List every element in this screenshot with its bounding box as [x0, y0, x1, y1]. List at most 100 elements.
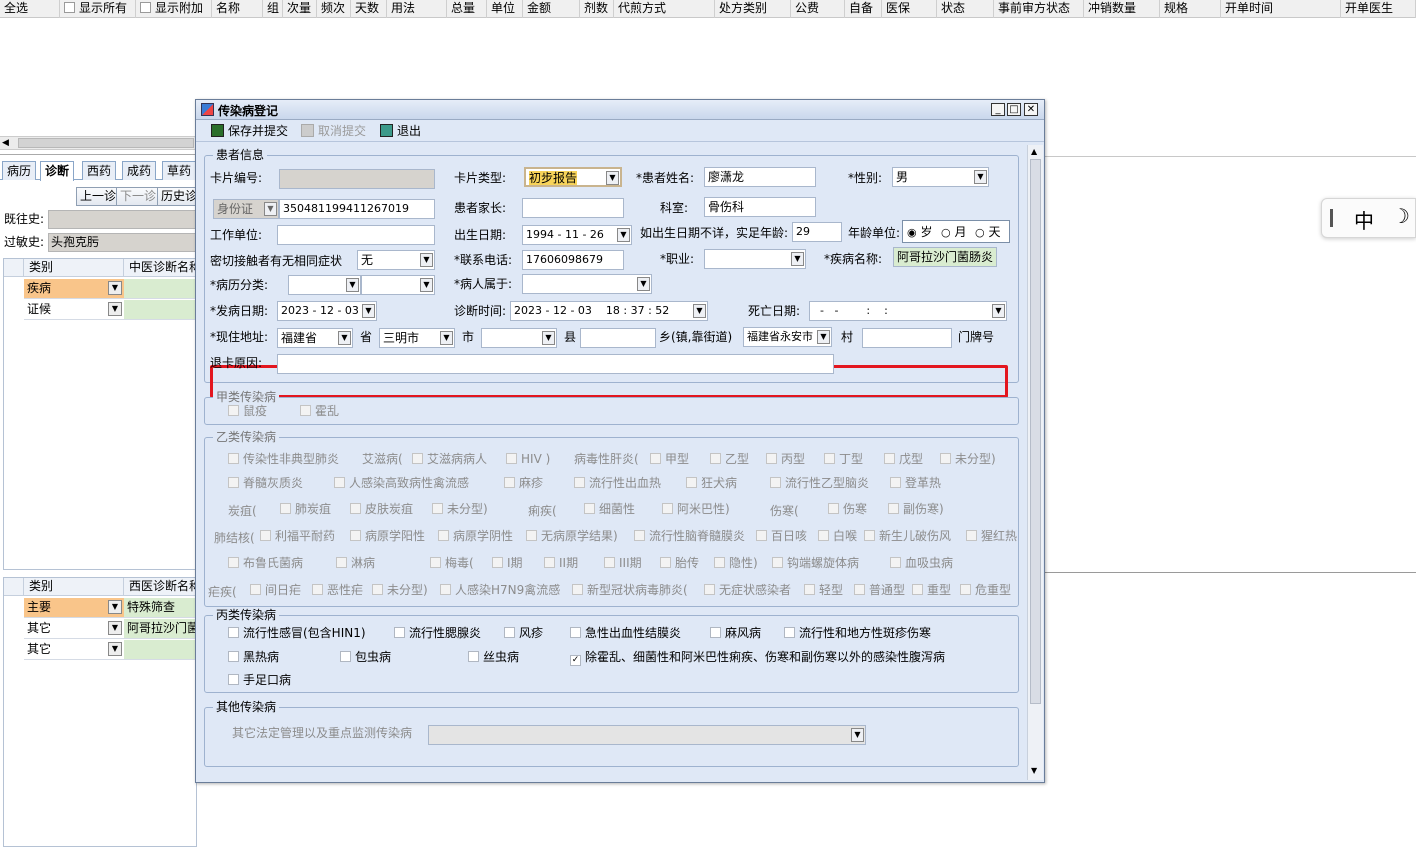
checkbox-icon[interactable]: [772, 557, 783, 568]
checkbox-hep-untyped[interactable]: 未分型): [940, 451, 996, 467]
checkbox-syphilis[interactable]: 梅毒(: [430, 555, 474, 571]
checkbox-icon[interactable]: [504, 627, 515, 638]
prev-visit-button[interactable]: 上一诊: [76, 187, 121, 206]
checkbox-icon[interactable]: [432, 503, 443, 514]
calendar-dropdown-icon[interactable]: ▼: [617, 228, 630, 242]
other-disease-select[interactable]: ▼: [428, 725, 866, 745]
checkbox-scarlet-fever[interactable]: 猩红热: [966, 528, 1017, 544]
checkbox-icon[interactable]: [492, 557, 503, 568]
checkbox-mumps[interactable]: 流行性腮腺炎: [394, 625, 481, 641]
chevron-down-icon[interactable]: ▼: [851, 728, 864, 742]
col-amount[interactable]: 金额: [523, 0, 580, 18]
chevron-down-icon[interactable]: ▼: [108, 281, 122, 295]
show-extra-checkbox[interactable]: 显示附加: [136, 0, 212, 18]
id-number-field[interactable]: 350481199411267019: [279, 199, 435, 219]
checkbox-typhoid[interactable]: 伤寒: [828, 501, 867, 517]
checkbox-negative[interactable]: 病原学阴性: [438, 528, 513, 544]
checkbox-rabies[interactable]: 狂犬病: [686, 475, 737, 491]
col-rx-type[interactable]: 处方类别: [715, 0, 791, 18]
checkbox-falciparum[interactable]: 恶性疟: [312, 582, 363, 598]
chevron-down-icon[interactable]: ▼: [974, 170, 987, 184]
gender-select[interactable]: 男 ▼: [892, 167, 989, 187]
save-submit-button[interactable]: 保存并提交: [211, 123, 288, 140]
checkbox-icon[interactable]: [372, 584, 383, 595]
table-cell[interactable]: 特殊筛查: [124, 598, 198, 618]
radio-icon[interactable]: ○: [941, 226, 951, 239]
checkbox-mild[interactable]: 轻型: [804, 582, 843, 598]
chevron-down-icon[interactable]: ▼: [338, 331, 351, 345]
col-dose[interactable]: 次量: [283, 0, 317, 18]
checkbox-hemorrhagic-fever[interactable]: 流行性出血热: [574, 475, 661, 491]
checkbox-icon[interactable]: [704, 584, 715, 595]
checkbox-icon[interactable]: [660, 557, 671, 568]
checkbox-bacterial[interactable]: 细菌性: [584, 501, 635, 517]
chevron-down-icon[interactable]: ▼: [440, 331, 453, 345]
chevron-down-icon[interactable]: ▼: [108, 621, 122, 635]
checkbox-hep-d[interactable]: 丁型: [824, 451, 863, 467]
col-doctor[interactable]: 开单医生: [1341, 0, 1416, 18]
checkbox-rifampicin[interactable]: 利福平耐药: [260, 528, 335, 544]
checkbox-jap-encephalitis[interactable]: 流行性乙型脑炎: [770, 475, 869, 491]
table-cell[interactable]: [124, 300, 198, 320]
radio-checked-icon[interactable]: ◉: [907, 226, 917, 239]
col-time[interactable]: 开单时间: [1221, 0, 1341, 18]
col-writeoff[interactable]: 冲销数量: [1084, 0, 1160, 18]
checkbox-positive[interactable]: 病原学阳性: [350, 528, 425, 544]
checkbox-lung-anthrax[interactable]: 肺炭疽: [280, 501, 331, 517]
table-row[interactable]: 证候 ▼: [24, 300, 124, 320]
checkbox-avian-flu[interactable]: 人感染高致病性禽流感: [334, 475, 469, 491]
checkbox-skin-anthrax[interactable]: 皮肤炭疽: [350, 501, 413, 517]
col-insurance[interactable]: 医保: [882, 0, 937, 18]
checkbox-icon[interactable]: [884, 453, 895, 464]
checkbox-schistosomiasis[interactable]: 血吸虫病: [890, 555, 953, 571]
checkbox-brucellosis[interactable]: 布鲁氏菌病: [228, 555, 303, 571]
checkbox-icon[interactable]: [912, 584, 923, 595]
checkbox-icon[interactable]: [506, 453, 517, 464]
close-icon[interactable]: ✕: [1024, 103, 1038, 116]
checkbox-icon[interactable]: [686, 477, 697, 488]
drag-handle-icon[interactable]: [1330, 209, 1333, 227]
checkbox-neonatal-tetanus[interactable]: 新生儿破伤风: [864, 528, 951, 544]
col-doses[interactable]: 剂数: [580, 0, 614, 18]
checkbox-icon[interactable]: [804, 584, 815, 595]
checkbox-icon[interactable]: [650, 453, 661, 464]
select-all-header[interactable]: 全选: [0, 0, 60, 18]
checkbox-hep-c[interactable]: 丙型: [766, 451, 805, 467]
table-row[interactable]: 疾病 ▼: [24, 279, 124, 299]
case-class-sub-select[interactable]: ▼: [361, 275, 435, 295]
checkbox-syphilis-1[interactable]: I期: [492, 555, 523, 571]
dept-field[interactable]: 骨伤科: [704, 197, 816, 217]
chevron-down-icon[interactable]: ▼: [108, 302, 122, 316]
checkbox-icon[interactable]: [604, 557, 615, 568]
checkbox-icon[interactable]: [570, 627, 581, 638]
chevron-down-icon[interactable]: ▼: [817, 330, 830, 344]
checkbox-covid[interactable]: 新型冠状病毒肺炎(: [572, 582, 688, 598]
table-cell[interactable]: [124, 279, 198, 299]
maximize-icon[interactable]: □: [1007, 103, 1021, 116]
town-field[interactable]: [580, 328, 656, 348]
checkbox-filariasis[interactable]: 丝虫病: [468, 649, 519, 665]
calendar-dropdown-icon[interactable]: ▼: [992, 304, 1005, 318]
checkbox-icon[interactable]: [766, 453, 777, 464]
id-type-select[interactable]: 身份证 ▼: [213, 199, 279, 219]
tab-western-drug[interactable]: 西药: [82, 161, 117, 180]
checkbox-anthrax-untyped[interactable]: 未分型): [432, 501, 488, 517]
checkbox-icon[interactable]: [544, 557, 555, 568]
chevron-down-icon[interactable]: ▼: [606, 171, 619, 185]
calendar-dropdown-icon[interactable]: ▼: [362, 304, 375, 318]
checkbox-icon[interactable]: [662, 503, 673, 514]
ime-mode-label[interactable]: 中: [1354, 205, 1374, 234]
checkbox-kala-azar[interactable]: 黑热病: [228, 649, 279, 665]
chevron-down-icon[interactable]: ▼: [420, 278, 433, 292]
chevron-down-icon[interactable]: ▼: [637, 277, 650, 291]
checkbox-latent[interactable]: 隐性): [714, 555, 758, 571]
checkbox-icon[interactable]: [228, 453, 239, 464]
col-public[interactable]: 公费: [791, 0, 845, 18]
checkbox-severe[interactable]: 重型: [912, 582, 951, 598]
checkbox-pertussis[interactable]: 百日咳: [756, 528, 807, 544]
checkbox-icon[interactable]: [890, 557, 901, 568]
col-status[interactable]: 状态: [937, 0, 994, 18]
checkbox-congenital[interactable]: 胎传: [660, 555, 699, 571]
col-days[interactable]: 天数: [351, 0, 387, 18]
next-visit-button[interactable]: 下一诊: [116, 187, 161, 206]
